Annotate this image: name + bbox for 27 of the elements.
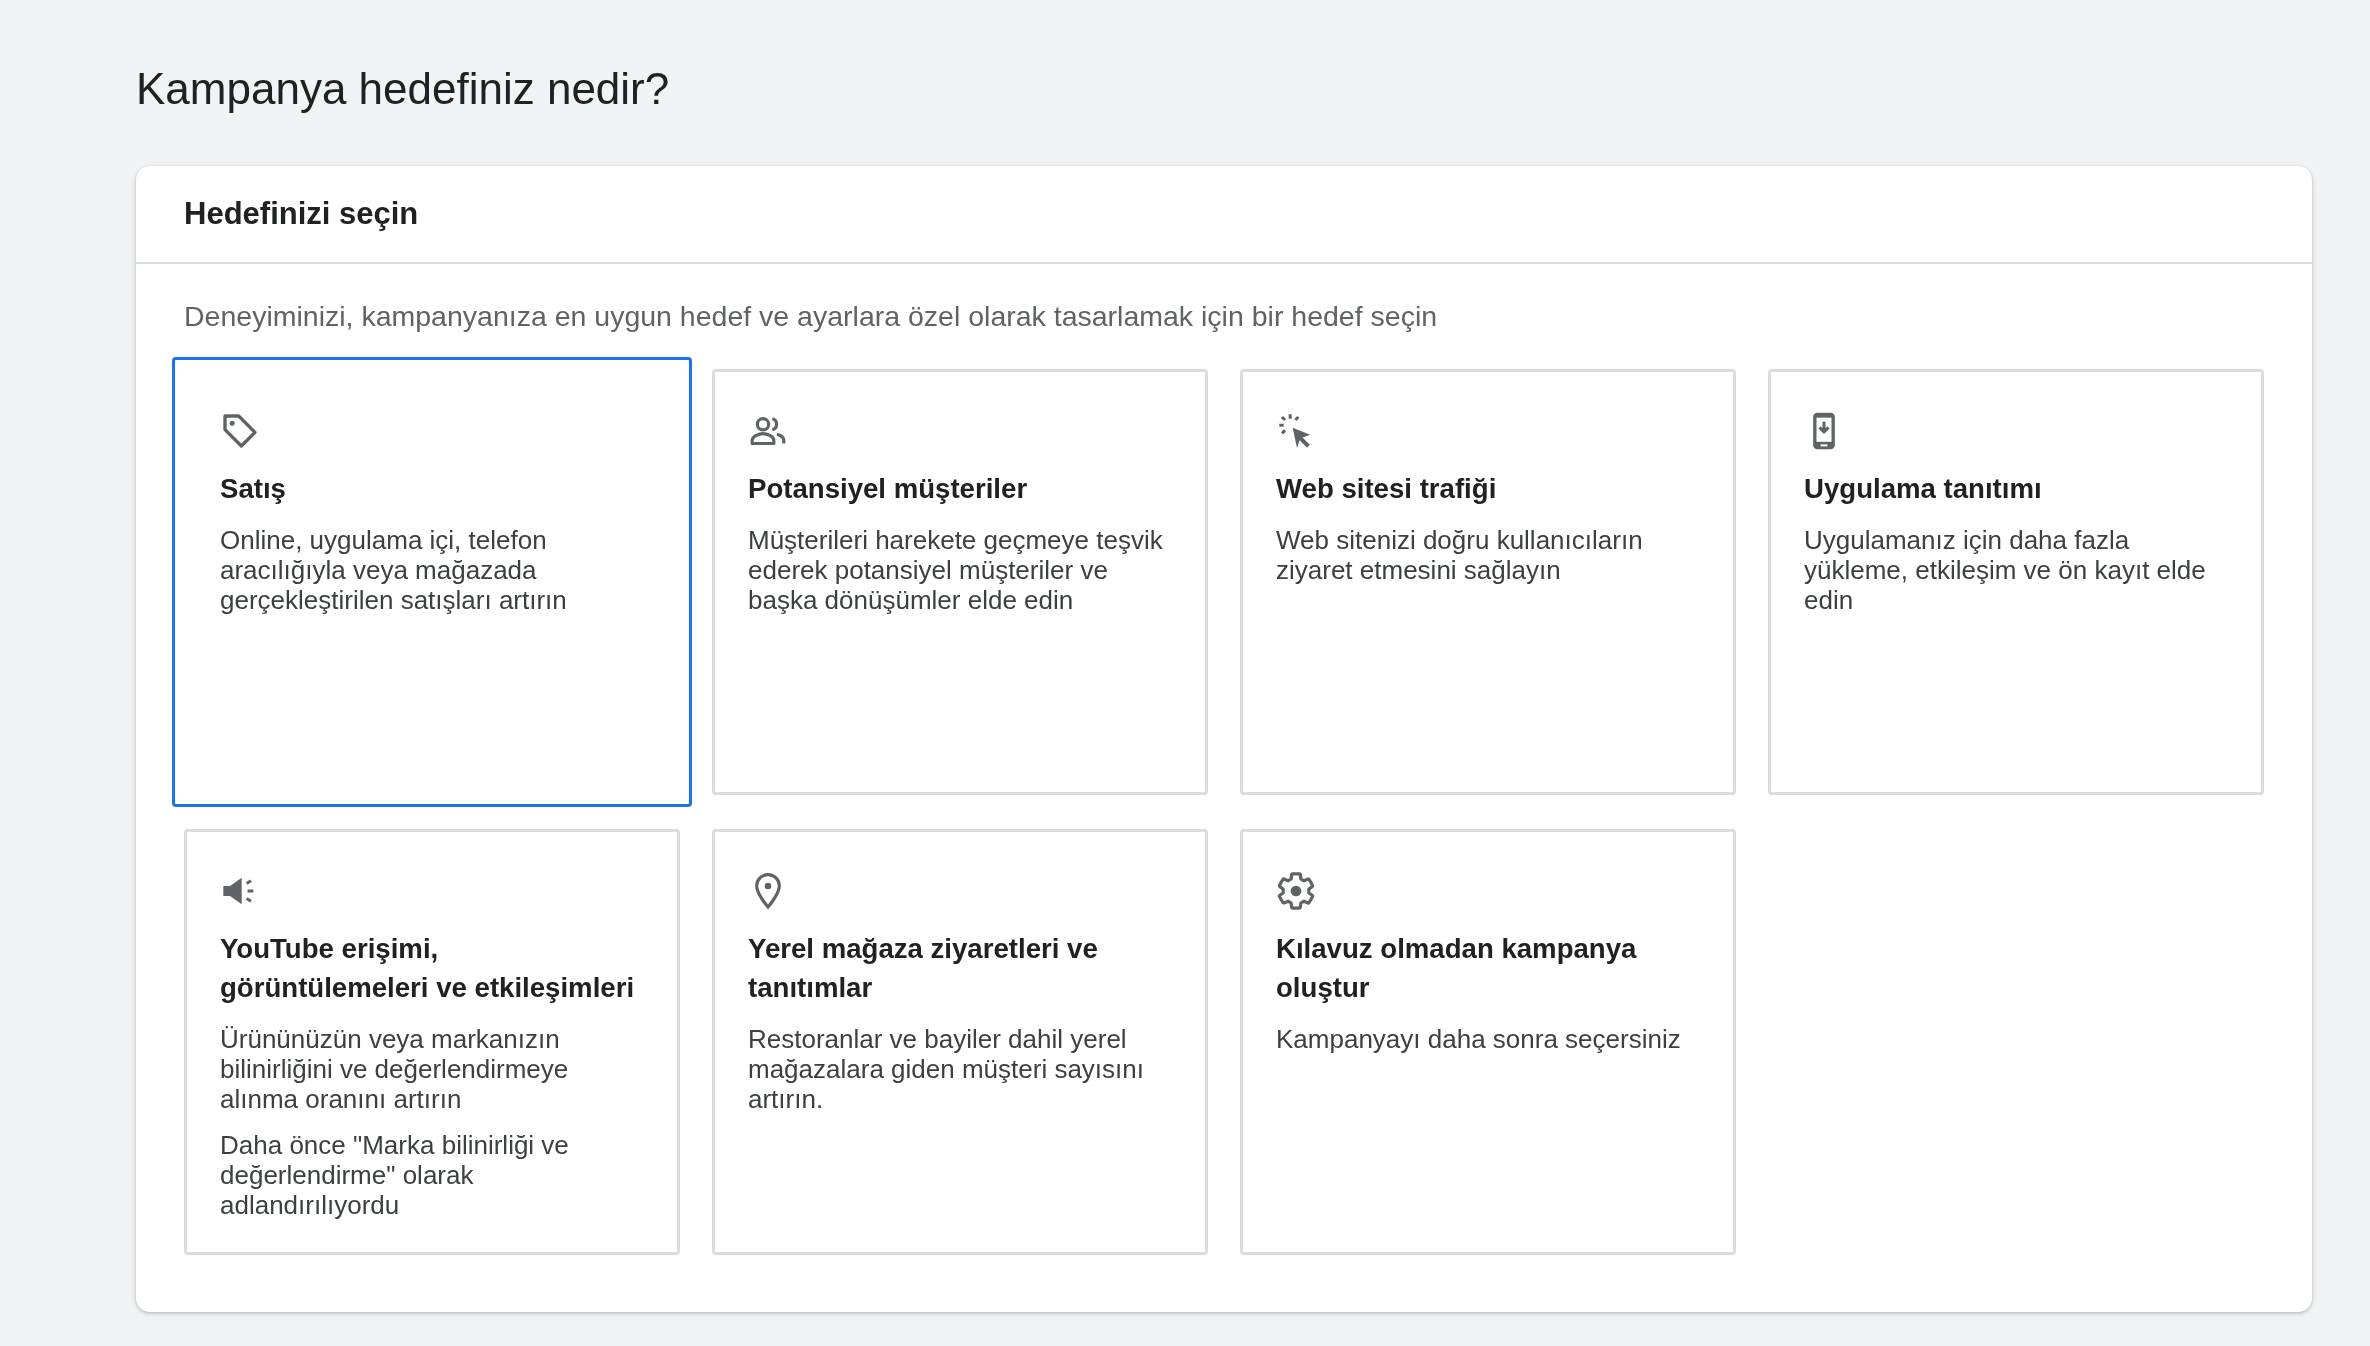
goal-option[interactable]: Uygulama tanıtımı Uygulamanız için daha fazla yükleme, etkileşim ve ön kayıt elde edin: [1768, 369, 2264, 795]
option-description: Ürününüzün veya markanızın bilinirliğini ve değerlendirmeye alınma oranını artırın: [220, 1024, 570, 1114]
option-title: Uygulama tanıtımı: [1804, 472, 2043, 506]
instruction-text: Deneyiminizi, kampanyanıza en uygun hedef ve ayarlara özel olarak tasarlamak için bir hedef seçin: [184, 299, 1438, 334]
option-title: YouTube erişimi, görüntülemeleri ve etkileşimleri: [220, 932, 636, 1005]
option-description: Müşterileri harekete geçmeye teşvik ederek potansiyel müşteriler ve başka dönüşümler elde edin: [748, 525, 1164, 615]
goal-option[interactable]: [184, 829, 680, 1255]
goal-option[interactable]: Satış Online, uygulama içi, telefon aracılığıyla veya mağazada gerçekleştirilen satışları artırın: [172, 357, 692, 807]
option-title: Satış: [220, 472, 287, 506]
option-description: Uygulamanız için daha fazla yükleme, etkileşim ve ön kayıt elde edin: [1804, 525, 2207, 615]
option-title: Yerel mağaza ziyaretleri ve tanıtımlar: [748, 932, 1099, 1005]
goal-option[interactable]: Yerel mağaza ziyaretleri ve tanıtımlar Restoranlar ve bayiler dahil yerel mağazalara giden müşteri sayısını artırın.: [712, 829, 1208, 1255]
option-title: Potansiyel müşteriler: [748, 472, 1029, 506]
option-description: Online, uygulama içi, telefon aracılığıyla veya mağazada gerçekleştirilen satışları artırın: [220, 525, 568, 615]
goal-option[interactable]: Kılavuz olmadan kampanya oluştur Kampanyayı daha sonra seçersiniz: [1240, 829, 1736, 1255]
option-description: Restoranlar ve bayiler dahil yerel mağazalara giden müşteri sayısını artırın.: [748, 1024, 1145, 1114]
option-description: Web sitenizi doğru kullanıcıların ziyaret etmesini sağlayın: [1276, 525, 1644, 585]
panel-title: Hedefinizi seçin: [184, 195, 419, 233]
option-note: Daha önce "Marka bilinirliği ve değerlendirme" olarak adlandırılıyordu: [220, 1130, 570, 1220]
page-heading: Kampanya hedefiniz nedir?: [136, 64, 670, 114]
option-description: Kampanyayı daha sonra seçersiniz: [1276, 1024, 1682, 1054]
goal-option[interactable]: Potansiyel müşteriler Müşterileri harekete geçmeye teşvik ederek potansiyel müşteriler ve başka dönüşümler elde edin: [712, 369, 1208, 795]
tag-icon: [220, 411, 260, 451]
goal-option[interactable]: Web sitesi trafiği Web sitenizi doğru kullanıcıların ziyaret etmesini sağlayın: [1240, 369, 1736, 795]
option-title: Kılavuz olmadan kampanya oluştur: [1276, 932, 1638, 1005]
settings-icon: [1276, 871, 1316, 911]
option-title: Web sitesi trafiği: [1276, 472, 1498, 506]
